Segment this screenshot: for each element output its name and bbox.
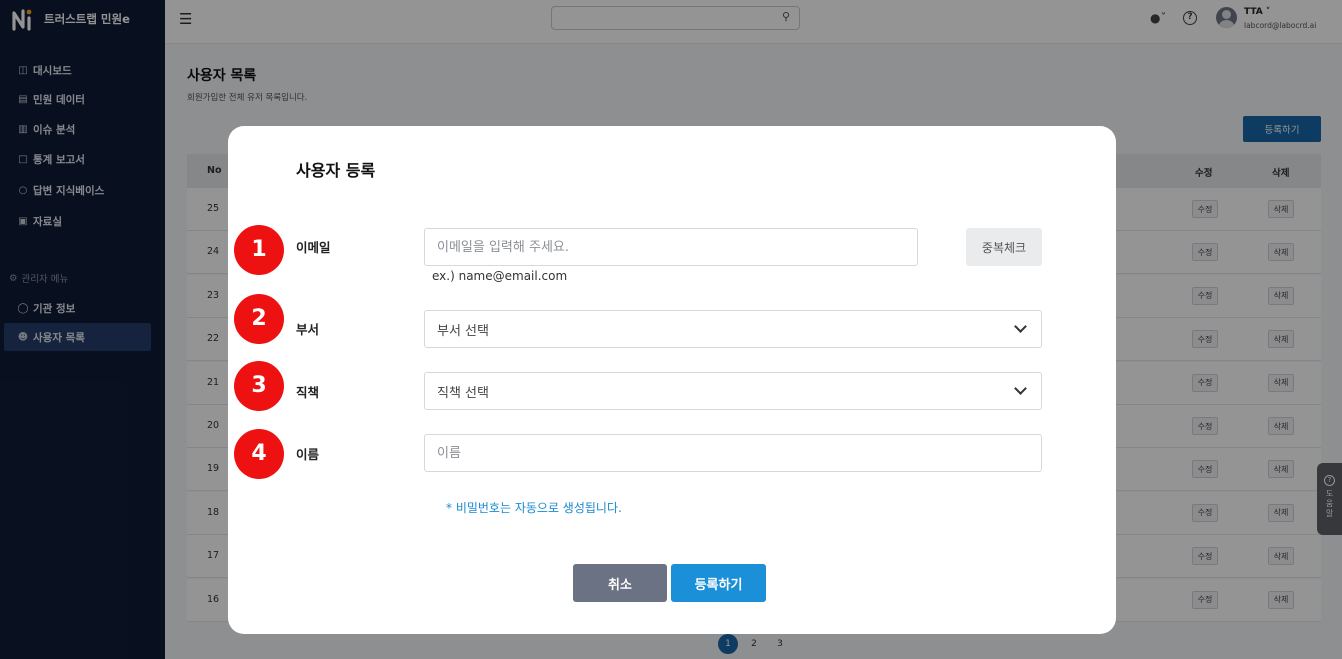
modal-title: 사용자 등록 xyxy=(296,161,376,180)
step-badge-3: 3 xyxy=(234,361,284,411)
chevron-down-icon xyxy=(1014,382,1027,395)
position-select[interactable]: 직책 선택 xyxy=(424,372,1042,410)
step-badge-2: 2 xyxy=(234,294,284,344)
submit-button[interactable]: 등록하기 xyxy=(671,564,766,602)
step-badge-1: 1 xyxy=(234,225,284,275)
user-registration-modal: 사용자 등록 1 이메일 중복체크 ex.) name@email.com 2 … xyxy=(228,126,1116,634)
email-field[interactable] xyxy=(424,228,918,266)
step-badge-4: 4 xyxy=(234,429,284,479)
department-select-value: 부서 선택 xyxy=(437,323,489,339)
password-notice: * 비밀번호는 자동으로 생성됩니다. xyxy=(446,501,622,515)
email-example-hint: ex.) name@email.com xyxy=(432,269,568,283)
name-label: 이름 xyxy=(296,447,320,462)
cancel-button[interactable]: 취소 xyxy=(573,564,667,602)
position-label: 직책 xyxy=(296,385,320,400)
position-select-value: 직책 선택 xyxy=(437,385,489,401)
name-field[interactable] xyxy=(424,434,1042,472)
duplicate-check-button[interactable]: 중복체크 xyxy=(966,228,1042,266)
chevron-down-icon xyxy=(1014,320,1027,333)
email-label: 이메일 xyxy=(296,240,331,255)
department-select[interactable]: 부서 선택 xyxy=(424,310,1042,348)
department-label: 부서 xyxy=(296,322,320,337)
